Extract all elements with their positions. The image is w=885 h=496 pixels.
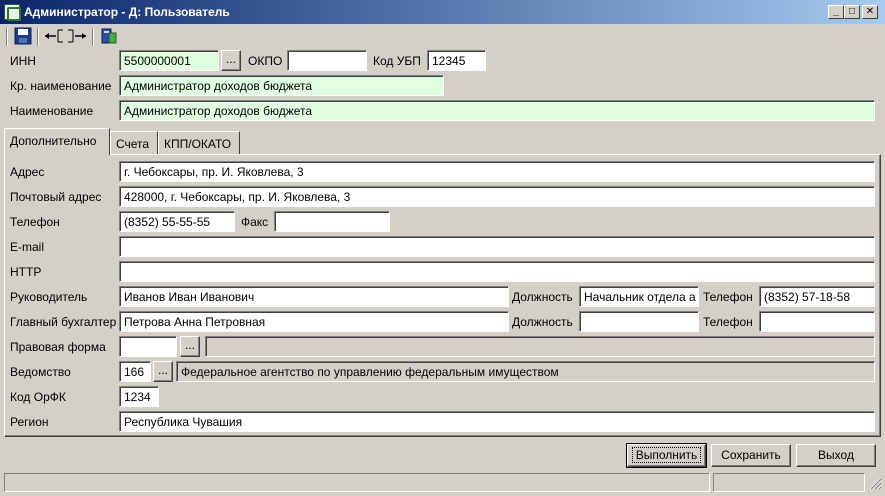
window-title: Администратор - Д: Пользователь [24, 5, 230, 19]
short-name-label: Кр. наименование [10, 79, 112, 93]
tab-label: Счета [116, 137, 150, 151]
fax-field[interactable] [274, 211, 390, 232]
accountant-label: Главный бухгалтер [10, 315, 117, 329]
head-label: Руководитель [10, 290, 88, 304]
head-phone-field[interactable]: (8352) 57-18-58 [759, 286, 875, 307]
save-icon[interactable] [14, 27, 32, 45]
tab-label: Дополнительно [10, 134, 97, 148]
resize-grip-icon[interactable] [868, 476, 882, 490]
postal-address-field[interactable]: 428000, г. Чебоксары, пр. И. Яковлева, 3 [119, 186, 875, 207]
accountant-position-label: Должность [512, 315, 573, 329]
http-label: HTTP [10, 265, 42, 279]
tab-additional[interactable]: Дополнительно [4, 128, 110, 155]
accountant-position-field[interactable] [579, 311, 699, 332]
agency-lookup-button[interactable]: ... [153, 361, 173, 382]
exit-button[interactable]: Выход [796, 444, 876, 467]
region-field[interactable]: Республика Чувашия [119, 411, 875, 432]
phone-field[interactable]: (8352) 55-55-55 [119, 211, 235, 232]
inn-label: ИНН [10, 54, 36, 68]
orfk-label: Код ОрФК [10, 390, 66, 404]
toolbar-separator [37, 28, 39, 46]
inn-lookup-button[interactable]: ... [221, 50, 241, 71]
toolbar-grip [6, 28, 8, 46]
arrows-out-icon[interactable] [67, 27, 86, 45]
agency-code-field[interactable]: 166 [119, 361, 151, 382]
agency-label: Ведомство [10, 365, 71, 379]
head-field[interactable]: Иванов Иван Иванович [119, 286, 509, 307]
inn-field[interactable]: 5500000001 [119, 50, 219, 71]
short-name-field[interactable]: Администратор доходов бюджета [119, 75, 444, 96]
agency-description: Федеральное агентство по управлению феде… [176, 361, 875, 382]
orfk-field[interactable]: 1234 [119, 386, 159, 407]
region-label: Регион [10, 415, 49, 429]
address-field[interactable]: г. Чебоксары, пр. И. Яковлева, 3 [119, 161, 875, 182]
title-bar[interactable]: Администратор - Д: Пользователь _ □ ✕ [0, 0, 885, 24]
close-button[interactable]: ✕ [862, 5, 878, 19]
accountant-field[interactable]: Петрова Анна Петровная [119, 311, 509, 332]
toolbar-separator [92, 28, 94, 46]
tab-accounts[interactable]: Счета [110, 131, 158, 155]
maximize-button[interactable]: □ [844, 5, 860, 19]
app-icon[interactable] [4, 4, 21, 21]
name-field[interactable]: Администратор доходов бюджета [119, 100, 875, 121]
execute-button[interactable]: Выполнить [626, 443, 707, 468]
accountant-phone-field[interactable] [759, 311, 875, 332]
save-button[interactable]: Сохранить [711, 444, 791, 467]
arrows-in-icon[interactable] [44, 27, 63, 45]
phone-label: Телефон [10, 215, 60, 229]
fax-label: Факс [241, 215, 269, 229]
kod-ubp-field[interactable]: 12345 [427, 50, 486, 71]
execute-button-label: Выполнить [631, 447, 702, 463]
okpo-field[interactable] [287, 50, 367, 71]
okpo-label: ОКПО [248, 54, 283, 68]
email-field[interactable] [119, 236, 875, 257]
name-label: Наименование [10, 104, 94, 118]
database-icon[interactable] [100, 27, 118, 45]
status-panel-secondary [713, 473, 865, 492]
head-phone-label: Телефон [703, 290, 753, 304]
head-position-field[interactable]: Начальник отдела а [579, 286, 699, 307]
minimize-button[interactable]: _ [828, 5, 844, 19]
email-label: E-mail [10, 240, 45, 254]
accountant-phone-label: Телефон [703, 315, 753, 329]
legal-form-label: Правовая форма [10, 340, 106, 354]
legal-form-description [205, 336, 875, 357]
tab-kpp-okato[interactable]: КПП/ОКАТО [158, 131, 240, 155]
postal-address-label: Почтовый адрес [10, 190, 102, 204]
legal-form-field[interactable] [119, 336, 177, 357]
kod-ubp-label: Код УБП [373, 54, 421, 68]
tab-label: КПП/ОКАТО [164, 137, 232, 151]
head-position-label: Должность [512, 290, 573, 304]
status-panel-main [4, 473, 710, 492]
http-field[interactable] [119, 261, 875, 282]
legal-form-lookup-button[interactable]: ... [180, 336, 200, 357]
address-label: Адрес [10, 165, 45, 179]
